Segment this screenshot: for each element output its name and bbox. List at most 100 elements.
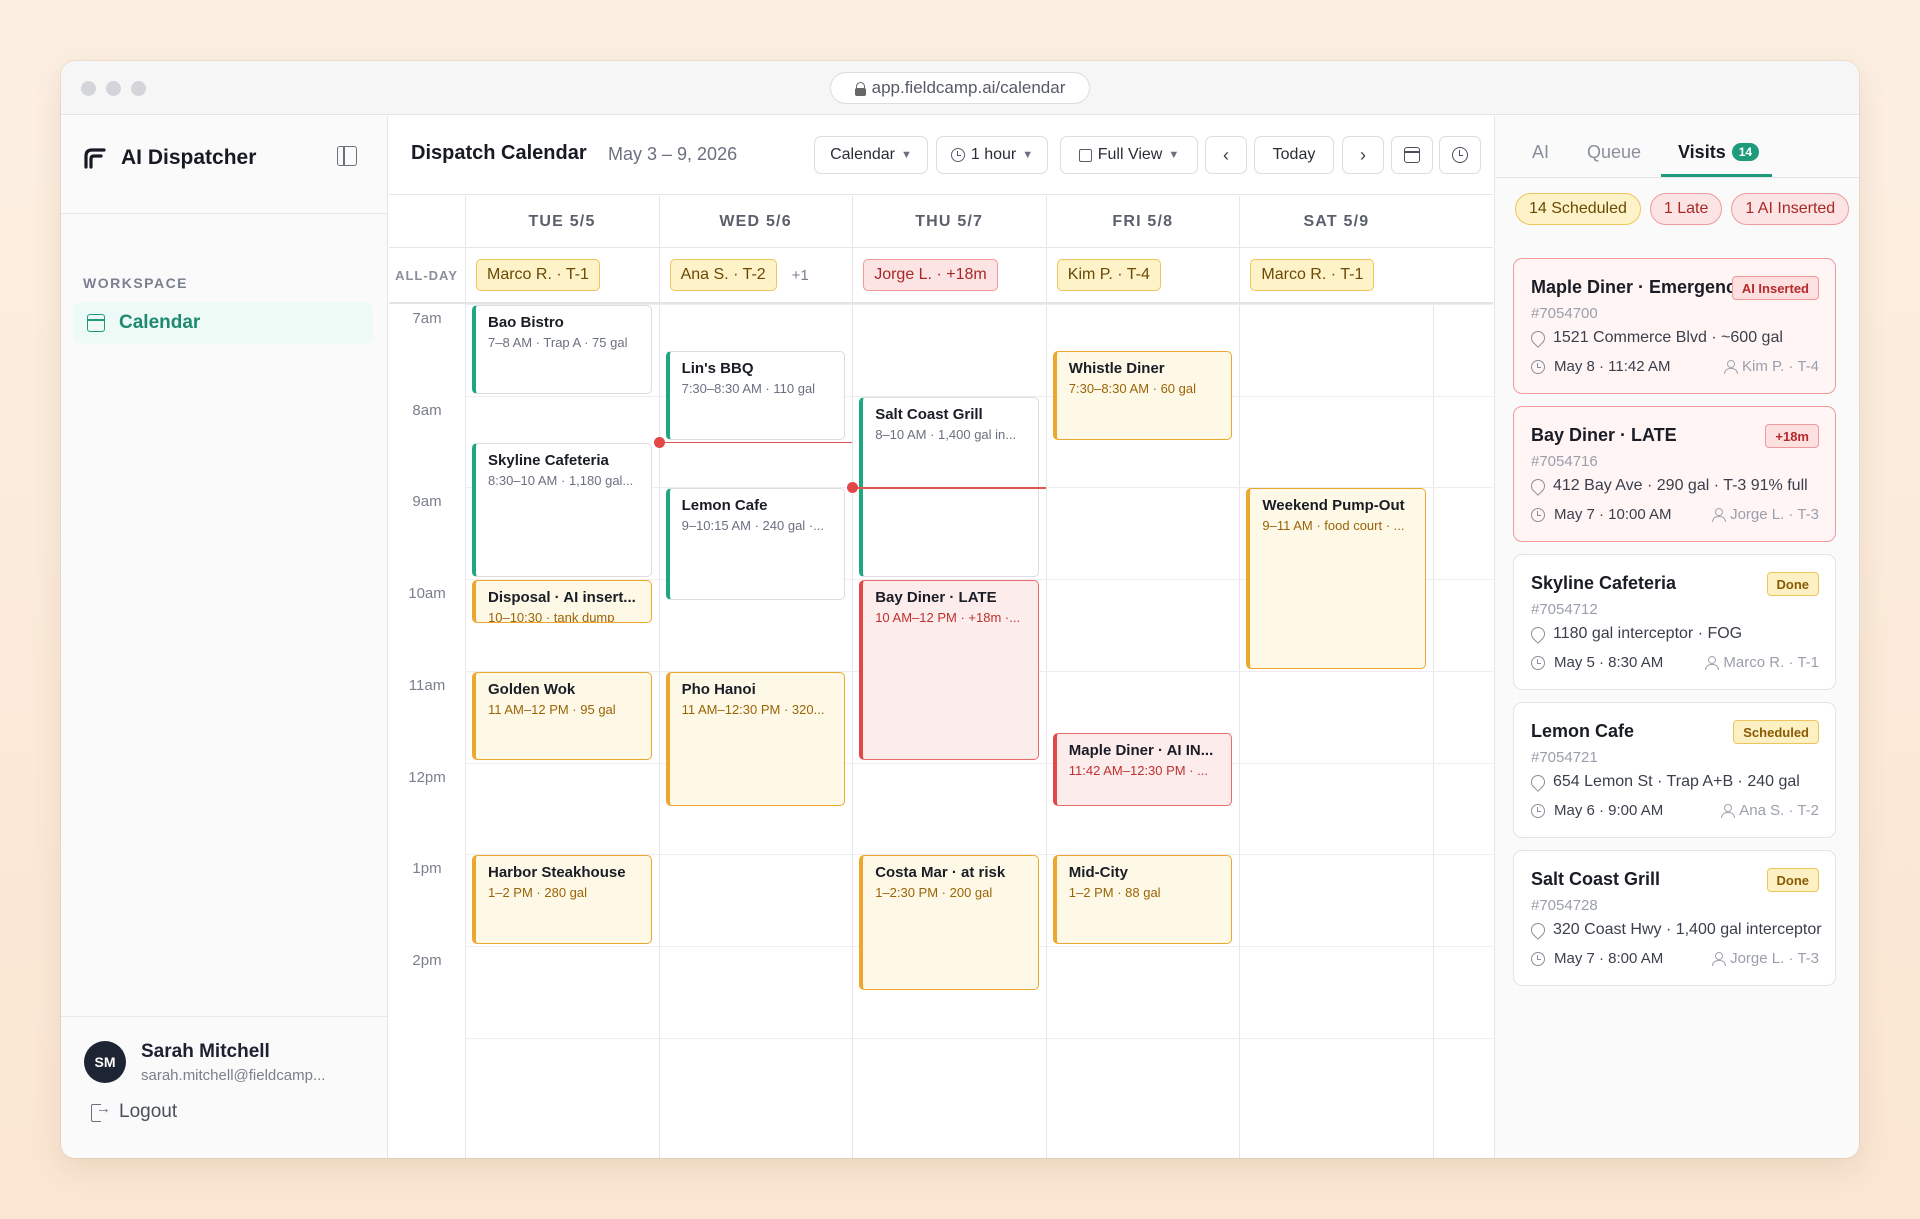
visit-card[interactable]: Salt Coast Grill Done #7054728 320 Coast Hw… [1513,850,1836,986]
prev-week-button[interactable]: ‹ [1205,136,1247,174]
hour-label: 8am [412,401,442,419]
event-details: 1–2:30 PM · 200 gal [875,885,993,901]
allday-cell[interactable]: Marco R. · T-1 [1239,248,1432,302]
visit-address: 654 Lemon St · Trap A+B · 240 gal [1553,773,1800,790]
history-button[interactable] [1439,136,1481,174]
visits-count-badge: 14 [1731,143,1760,161]
filter-pill[interactable]: 1 Late [1649,193,1723,225]
filter-pill[interactable]: 1 AI Inserted [1731,193,1850,225]
column-divider [1433,304,1434,1158]
day-header[interactable]: FRI 5/8 [1045,196,1239,248]
filter-pill[interactable]: 14 Scheduled [1515,193,1641,225]
sidebar-item-calendar[interactable]: Calendar [73,302,373,344]
chevron-left-icon: ‹ [1223,144,1229,165]
chevron-right-icon: › [1360,144,1366,165]
calendar-event[interactable]: Lin's BBQ 7:30–8:30 AM · 110 gal [665,350,846,440]
browser-titlebar: app.fieldcamp.ai/calendar [61,61,1859,115]
visit-time-row: May 7 · 10:00 AM [1531,506,1672,523]
calendar-event[interactable]: Skyline Cafeteria 8:30–10 AM · 1,180 gal.… [472,442,652,578]
calendar-event[interactable]: Mid-City 1–2 PM · 88 gal [1052,855,1233,944]
tab-queue[interactable]: Queue [1587,142,1641,163]
logout-button[interactable]: Logout [91,1100,177,1123]
calendar-event[interactable]: Disposal · AI insert... 10–10:30 · tank d… [472,580,652,623]
visit-address: 1521 Commerce Blvd · ~600 gal [1553,329,1783,346]
tab-visits[interactable]: Visits 14 [1678,142,1760,163]
event-details: 1–2 PM · 88 gal [1068,885,1161,901]
event-title: Disposal · AI insert... [488,589,636,607]
visit-card[interactable]: Skyline Cafeteria Done #7054712 1180 gal in… [1513,554,1836,690]
brand[interactable]: AI Dispatcher [83,144,256,172]
next-week-button[interactable]: › [1342,136,1384,174]
allday-cell[interactable]: Marco R. · T-1 [465,248,658,302]
workspace-label: WORKSPACE [83,275,189,291]
visit-filters: 14 Scheduled 1 Late 1 AI Inserted [1515,193,1850,225]
allday-more-count[interactable]: +1 [792,267,809,284]
visit-card[interactable]: Bay Diner · LATE +18m #7054716 412 Bay Ave … [1513,406,1836,542]
column-divider [658,304,660,1158]
hour-label: 7am [412,310,442,327]
event-title: Mid-City [1068,864,1128,882]
time-column: 7am 8am 9am 10am 11am 12pm 1pm 2pm [389,304,465,1158]
visit-assignee-row: Jorge L. · T-3 [1712,506,1819,523]
hour-label: 12pm [408,768,446,786]
person-icon [1724,360,1739,374]
status-badge: Done [1766,868,1819,892]
person-icon [1712,508,1727,522]
hour-gridline [465,762,1493,764]
event-title: Skyline Cafeteria [488,451,609,469]
allday-cell[interactable]: Ana S. · T-2 +1 [658,248,852,302]
allday-cell[interactable]: Kim P. · T-4 [1045,248,1239,302]
day-header[interactable]: SAT 5/9 [1239,196,1432,248]
visit-card[interactable]: Lemon Cafe Scheduled #7054721 654 Lemon St … [1513,702,1836,838]
url-bar[interactable]: app.fieldcamp.ai/calendar [830,72,1090,104]
visit-time-row: May 7 · 8:00 AM [1531,950,1663,967]
browser-window: app.fieldcamp.ai/calendar AI Dispatcher … [61,61,1859,1158]
window-close-dot[interactable] [81,81,96,96]
day-header[interactable]: WED 5/6 [658,196,852,248]
sidebar-collapse-icon[interactable] [337,146,357,166]
avatar[interactable]: SM [84,1041,126,1083]
person-icon [1705,656,1720,670]
view-select[interactable]: Calendar ▼ [814,136,928,174]
allday-cell[interactable]: Jorge L. · +18m [852,248,1045,302]
visit-id: #7054712 [1531,601,1598,618]
calendar-event[interactable]: Pho Hanoi 11 AM–12:30 PM · 320... [665,671,846,807]
allday-assignment-chip[interactable]: Marco R. · T-1 [476,259,600,291]
event-title: Golden Wok [488,680,576,698]
day-header[interactable]: THU 5/7 [852,196,1045,248]
calendar-event[interactable]: Bay Diner · LATE 10 AM–12 PM · +18m ·... [859,580,1039,761]
window-maximize-dot[interactable] [131,81,146,96]
right-panel: AI Queue Visits 14 14 Scheduled 1 Late 1 AI… [1494,116,1859,1158]
event-title: Bao Bistro [488,314,564,331]
calendar-event[interactable]: Maple Diner · AI IN... 11:42 AM–12:30 PM … [1052,733,1233,807]
allday-assignment-chip[interactable]: Jorge L. · +18m [863,259,998,291]
today-button[interactable]: Today [1254,136,1334,174]
window-minimize-dot[interactable] [106,81,121,96]
visit-card[interactable]: Maple Diner · Emergency AI Inserted #70547… [1513,258,1836,394]
calendar-event[interactable]: Whistle Diner 7:30–8:30 AM · 60 gal [1052,350,1233,440]
calendar-event[interactable]: Bao Bistro 7–8 AM · Trap A · 75 gal [472,305,652,394]
event-title: Harbor Steakhouse [488,864,626,882]
hour-label: 9am [412,493,442,511]
visit-assignee: Jorge L. · T-3 [1730,950,1819,967]
event-title: Pho Hanoi [681,680,756,698]
calendar-event[interactable]: Weekend Pump-Out 9–11 AM · food court · .… [1246,488,1426,669]
current-time-dot [847,482,859,494]
current-time-dot [653,436,665,448]
allday-assignment-chip[interactable]: Ana S. · T-2 [669,259,777,291]
calendar-event[interactable]: Harbor Steakhouse 1–2 PM · 280 gal [472,855,652,944]
visit-assignee-row: Ana S. · T-2 [1721,802,1819,819]
day-header[interactable]: TUE 5/5 [465,196,658,248]
user-email: sarah.mitchell@fieldcamp... [141,1067,326,1084]
calendar-event[interactable]: Lemon Cafe 9–10:15 AM · 240 gal ·... [665,488,846,601]
full-view-toggle[interactable]: Full View ▼ [1060,136,1198,174]
user-block: SM Sarah Mitchell sarah.mitchell@fieldca… [61,1016,387,1158]
allday-assignment-chip[interactable]: Kim P. · T-4 [1056,259,1161,291]
allday-assignment-chip[interactable]: Marco R. · T-1 [1250,259,1375,291]
calendar-event[interactable]: Costa Mar · at risk 1–2:30 PM · 200 gal [859,855,1039,990]
brand-logo-icon [84,148,106,169]
date-picker-button[interactable] [1391,136,1433,174]
calendar-event[interactable]: Golden Wok 11 AM–12 PM · 95 gal [472,671,652,761]
interval-select[interactable]: 1 hour ▼ [936,136,1048,174]
tab-ai[interactable]: AI [1532,142,1549,163]
